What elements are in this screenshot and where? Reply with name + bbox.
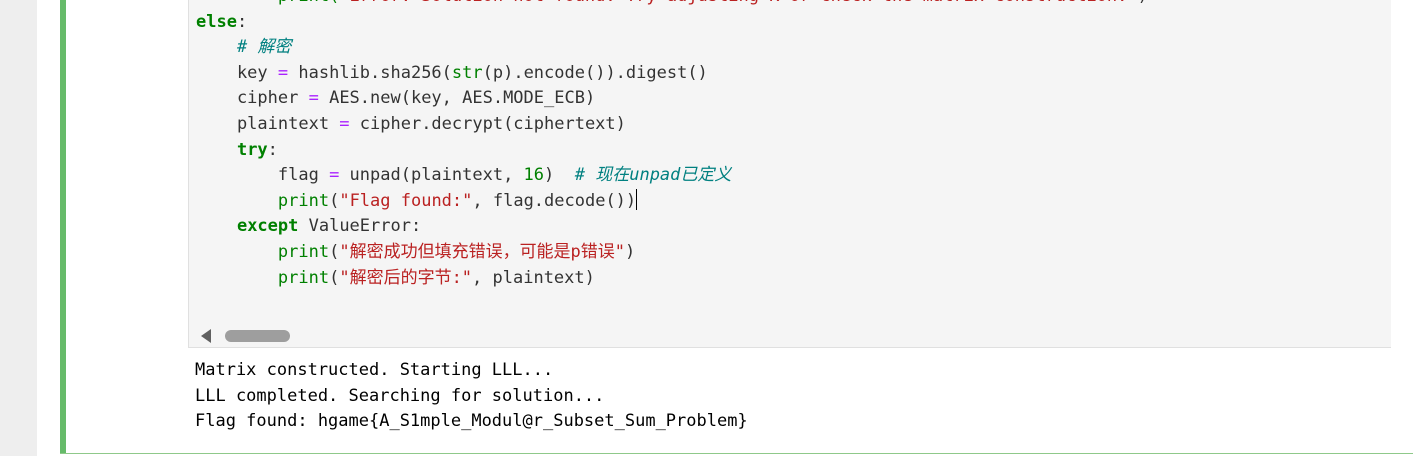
code-cell[interactable]: print("Error: Solution not found. Try ad…	[60, 0, 1413, 454]
code-token: "解密后的字节:"	[339, 267, 473, 288]
triangle-left-icon[interactable]	[201, 329, 211, 343]
code-token: (p).encode()).digest()	[482, 62, 708, 83]
code-token: cipher.decrypt(ciphertext)	[349, 113, 626, 134]
output-text: Matrix constructed. Starting LLL... LLL c…	[195, 358, 1385, 435]
code-token: hashlib.sha256(	[288, 62, 452, 83]
output-line: Flag found: hgame{A_S1mple_Modul@r_Subse…	[195, 411, 748, 432]
code-line: cipher = AES.new(key, AES.MODE_ECB)	[196, 86, 1148, 112]
code-token: )	[1138, 0, 1148, 6]
code-token: cipher	[196, 88, 309, 109]
code-token: :	[267, 139, 278, 160]
code-token: else	[196, 11, 237, 32]
horizontal-scrollbar[interactable]	[189, 324, 1391, 346]
code-token: # 现在unpad已定义	[574, 165, 732, 186]
code-token: =	[308, 88, 319, 109]
code-token: =	[329, 165, 340, 186]
code-line: try:	[196, 138, 1148, 164]
cell-output: Matrix constructed. Starting LLL... LLL c…	[195, 358, 1385, 448]
code-token: print	[277, 241, 330, 262]
cell-selection-bar	[60, 0, 66, 453]
code-token: :	[236, 11, 248, 32]
code-token: unpad(plaintext,	[339, 165, 524, 186]
code-token: except	[236, 216, 299, 237]
code-token: key	[196, 62, 278, 83]
code-token: print	[277, 190, 330, 211]
cell-input-editor[interactable]: print("Error: Solution not found. Try ad…	[188, 0, 1391, 348]
code-token: "Error: Solution not found. Try adjustin…	[339, 0, 1137, 6]
code-editor-text[interactable]: print("Error: Solution not found. Try ad…	[196, 0, 1148, 291]
code-line: flag = unpad(plaintext, 16) # 现在unpad已定义	[196, 163, 1148, 189]
code-line: print("解密后的字节:", plaintext)	[196, 266, 1148, 292]
code-token: 16	[523, 165, 545, 186]
code-token: AES.new(key, AES.MODE_ECB)	[318, 88, 596, 109]
code-token: (	[329, 241, 340, 262]
code-token: )	[544, 165, 575, 186]
output-line: Matrix constructed. Starting LLL...	[195, 360, 554, 380]
code-token: , flag.decode())	[472, 190, 637, 211]
notebook-page: print("Error: Solution not found. Try ad…	[37, 0, 1413, 456]
code-line: else:	[196, 10, 1148, 36]
code-token: , plaintext)	[472, 267, 595, 288]
code-token: flag	[196, 165, 330, 186]
code-token: =	[277, 62, 289, 83]
text-cursor	[636, 188, 638, 210]
code-line: # 解密	[196, 35, 1148, 61]
code-token: =	[339, 113, 350, 134]
code-line: print("Flag found:", flag.decode())	[196, 188, 1148, 215]
code-line: plaintext = cipher.decrypt(ciphertext)	[196, 112, 1148, 138]
code-token: plaintext	[196, 113, 340, 134]
code-token: (	[329, 267, 340, 288]
code-token: ValueError:	[298, 216, 422, 237]
code-token: print	[277, 267, 330, 288]
code-line: except ValueError:	[196, 214, 1148, 240]
output-line: LLL completed. Searching for solution...	[195, 385, 605, 406]
code-token: # 解密	[236, 37, 292, 58]
code-token: (	[329, 190, 340, 211]
code-token: )	[625, 241, 636, 262]
code-token: print(	[196, 0, 339, 6]
code-token: "Flag found:"	[339, 190, 473, 211]
code-token: try	[236, 139, 268, 160]
code-line: print("解密成功但填充错误，可能是p错误")	[196, 240, 1148, 266]
scrollbar-thumb[interactable]	[225, 330, 290, 342]
code-token: str	[451, 62, 483, 83]
code-token: "解密成功但填充错误，可能是p错误"	[339, 241, 626, 262]
code-line: print("Error: Solution not found. Try ad…	[196, 0, 1148, 10]
code-line: key = hashlib.sha256(str(p).encode()).di…	[196, 61, 1148, 87]
